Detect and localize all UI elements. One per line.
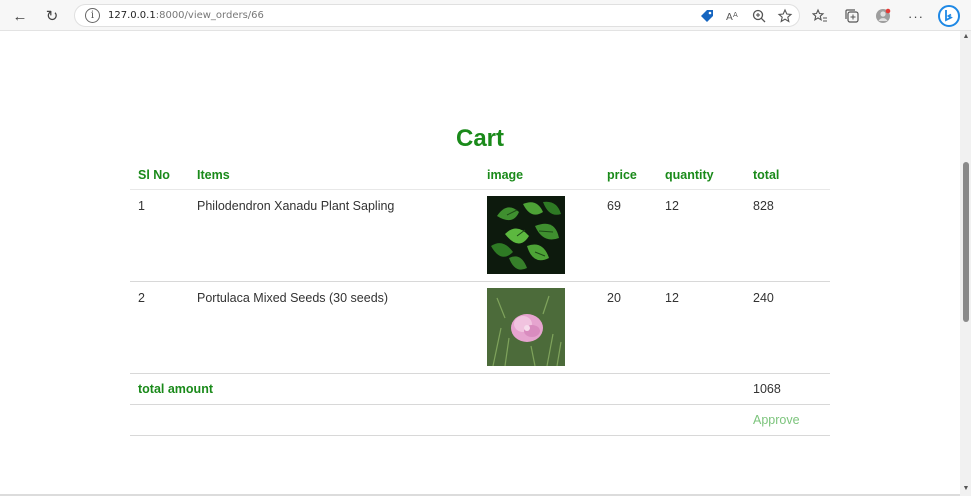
row-total: 240 <box>745 281 830 374</box>
header-price: price <box>599 162 657 190</box>
row-image-cell <box>479 189 599 282</box>
table-header-row: Sl No Items image price quantity total <box>130 162 830 190</box>
scroll-down-icon[interactable]: ▼ <box>962 485 970 492</box>
action-row: Approve <box>130 404 830 436</box>
zoom-icon[interactable] <box>751 8 767 24</box>
browser-toolbar: ← ↻ i 127.0.0.1:8000/view_orders/66 AA ·… <box>0 0 971 31</box>
scroll-up-icon[interactable]: ▲ <box>962 33 970 40</box>
page-scrollbar[interactable]: ▲ ▼ <box>960 31 971 496</box>
row-item-name: Portulaca Mixed Seeds (30 seeds) <box>189 281 479 374</box>
profile-avatar-icon[interactable] <box>875 8 891 24</box>
row-price: 20 <box>599 281 657 374</box>
total-row: total amount 1068 <box>130 373 830 405</box>
row-sl-no: 1 <box>130 189 189 282</box>
back-arrow-icon[interactable]: ← <box>9 5 31 27</box>
read-aloud-icon[interactable]: AA <box>725 8 741 24</box>
table-row: 2 Portulaca Mixed Seeds (30 seeds) 20 12… <box>130 281 830 374</box>
header-sl-no: Sl No <box>130 162 189 190</box>
table-row: 1 Philodendron Xanadu Plant Sapling 69 1… <box>130 189 830 282</box>
row-price: 69 <box>599 189 657 282</box>
favorites-icon[interactable] <box>812 8 828 24</box>
row-quantity: 12 <box>657 189 745 282</box>
bing-copilot-icon[interactable] <box>938 5 960 27</box>
svg-text:A: A <box>733 11 738 19</box>
portulaca-flower-image <box>487 287 565 366</box>
header-total: total <box>745 162 830 190</box>
approve-link[interactable]: Approve <box>753 413 800 427</box>
row-sl-no: 2 <box>130 281 189 374</box>
refresh-icon[interactable]: ↻ <box>41 5 63 27</box>
row-quantity: 12 <box>657 281 745 374</box>
address-bar[interactable]: i 127.0.0.1:8000/view_orders/66 AA <box>74 4 800 27</box>
favorite-add-icon[interactable] <box>777 8 793 24</box>
header-image: image <box>479 162 599 190</box>
row-image-cell <box>479 281 599 374</box>
action-spacer <box>130 404 745 436</box>
total-amount-label: total amount <box>130 373 745 405</box>
page-title: Cart <box>455 125 504 152</box>
cart-table: Sl No Items image price quantity total 1… <box>130 162 830 436</box>
address-url: 127.0.0.1:8000/view_orders/66 <box>108 10 264 21</box>
tag-icon[interactable] <box>699 8 715 24</box>
svg-text:A: A <box>726 12 733 23</box>
site-info-icon[interactable]: i <box>85 8 100 23</box>
total-amount-value: 1068 <box>745 373 830 405</box>
row-item-name: Philodendron Xanadu Plant Sapling <box>189 189 479 282</box>
collections-icon[interactable] <box>844 8 860 24</box>
philodendron-plant-image <box>487 195 565 274</box>
more-menu-icon[interactable]: ··· <box>905 5 927 27</box>
header-quantity: quantity <box>657 162 745 190</box>
scroll-thumb[interactable] <box>963 162 969 322</box>
header-items: Items <box>189 162 479 190</box>
row-total: 828 <box>745 189 830 282</box>
approve-cell: Approve <box>745 404 830 436</box>
